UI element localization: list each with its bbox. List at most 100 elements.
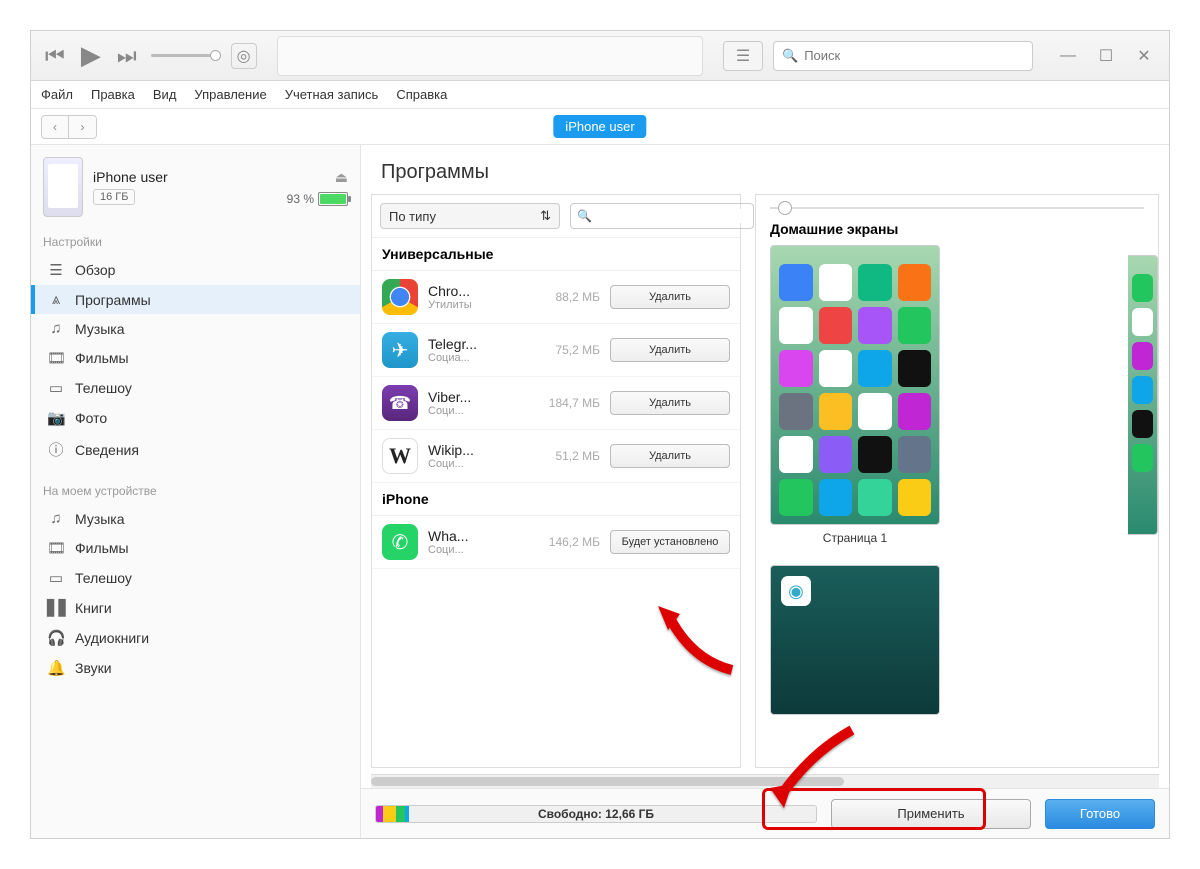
menu-edit[interactable]: Правка (91, 87, 135, 102)
nav-back-button[interactable]: ‹ (41, 115, 69, 139)
app-group-universal: Универсальные (372, 238, 740, 271)
app-size: 75,2 МБ (544, 343, 600, 357)
app-category: Утилиты (428, 299, 534, 311)
home-screen-preview (770, 245, 940, 525)
app-size: 51,2 МБ (544, 449, 600, 463)
bell-icon: 🔔 (47, 659, 65, 677)
apps-search-field[interactable]: 🔍 (570, 203, 754, 229)
zoom-slider[interactable] (770, 205, 1144, 211)
airplay-icon[interactable]: ◎ (231, 43, 257, 69)
app-row[interactable]: Chro...Утилиты 88,2 МБ Удалить (372, 271, 740, 324)
movies-icon: 🎞 (47, 539, 65, 557)
app-row[interactable]: WWikip...Соци...51,2 МБУдалить (372, 430, 740, 483)
info-icon: ⓘ (47, 439, 65, 460)
window-titlebar: ⏮ ▶ ⏭ ◎ ☰ 🔍 — ☐ ✕ (31, 31, 1169, 81)
next-button[interactable]: ⏭ (113, 43, 141, 69)
menu-help[interactable]: Справка (396, 87, 447, 102)
sidebar-item-movies[interactable]: 🎞Фильмы (31, 343, 360, 373)
app-icon: ◉ (781, 576, 811, 606)
sidebar-item-summary[interactable]: ☰Обзор (31, 255, 360, 285)
window-controls: — ☐ ✕ (1053, 46, 1159, 66)
device-name: iPhone user (93, 169, 277, 185)
app-icon: ✈ (382, 332, 418, 368)
sort-dropdown[interactable]: По типу⇅ (380, 203, 560, 229)
sidebar-item-photos[interactable]: 📷Фото (31, 403, 360, 433)
home-screen-page-2[interactable]: ◉ (770, 565, 940, 715)
sidebar-item-ondevice-movies[interactable]: 🎞Фильмы (31, 533, 360, 563)
home-screen-partial (1128, 255, 1158, 535)
playback-controls: ⏮ ▶ ⏭ (41, 40, 141, 71)
menu-file[interactable]: Файл (41, 87, 73, 102)
volume-slider[interactable] (151, 54, 221, 57)
sidebar-item-music[interactable]: ♫Музыка (31, 314, 360, 343)
sidebar-item-apps[interactable]: ⩓Программы (31, 285, 360, 314)
music-icon: ♫ (47, 320, 65, 337)
app-row[interactable]: ✆Wha...Соци...146,2 МББудет установлено (372, 516, 740, 569)
done-button[interactable]: Готово (1045, 799, 1155, 829)
app-action-button[interactable]: Удалить (610, 444, 730, 468)
device-tab[interactable]: iPhone user (553, 115, 646, 138)
app-row[interactable]: ✈ Telegr...Социа... 75,2 МБ Удалить (372, 324, 740, 377)
battery-status: 93 % (287, 192, 348, 206)
app-action-button[interactable]: Будет установлено (610, 530, 730, 554)
sidebar-item-ondevice-tones[interactable]: 🔔Звуки (31, 653, 360, 683)
storage-bar: Свободно: 12,66 ГБ (375, 805, 817, 823)
menubar: Файл Правка Вид Управление Учетная запис… (31, 81, 1169, 109)
search-input[interactable] (804, 48, 1024, 63)
chevron-updown-icon: ⇅ (540, 208, 551, 224)
minimize-button[interactable]: — (1053, 46, 1083, 66)
sidebar-item-ondevice-music[interactable]: ♫Музыка (31, 504, 360, 533)
app-size: 88,2 МБ (544, 290, 600, 304)
app-category: Соци... (428, 458, 534, 470)
app-action-button[interactable]: Удалить (610, 391, 730, 415)
now-playing-panel (277, 36, 703, 76)
nav-row: ‹ › iPhone user (31, 109, 1169, 145)
horizontal-scrollbar[interactable] (371, 774, 1159, 788)
app-row[interactable]: ☎Viber...Соци...184,7 МБУдалить (372, 377, 740, 430)
nav-forward-button[interactable]: › (69, 115, 97, 139)
app-action-button[interactable]: Удалить (610, 285, 730, 309)
device-header: iPhone user 16 ГБ ⏏ 93 % (31, 157, 360, 217)
summary-icon: ☰ (47, 261, 65, 279)
home-screen-page[interactable]: Страница 1 ◉ (770, 245, 940, 715)
app-name: Wikip... (428, 442, 534, 458)
sidebar-item-tvshows[interactable]: ▭Телешоу (31, 373, 360, 403)
books-icon: ▋▋ (47, 599, 65, 617)
page-label: Страница 1 (823, 531, 887, 545)
sidebar-item-ondevice-audiobooks[interactable]: 🎧Аудиокниги (31, 623, 360, 653)
home-screens-title: Домашние экраны (770, 221, 1144, 237)
app-icon (382, 279, 418, 315)
close-button[interactable]: ✕ (1129, 46, 1159, 66)
sidebar-item-info[interactable]: ⓘСведения (31, 433, 360, 466)
app-name: Wha... (428, 528, 534, 544)
movies-icon: 🎞 (47, 349, 65, 367)
app-name: Chro... (428, 283, 534, 299)
menu-view[interactable]: Вид (153, 87, 177, 102)
app-category: Социа... (428, 352, 534, 364)
app-category: Соци... (428, 405, 534, 417)
apps-icon: ⩓ (47, 291, 65, 308)
list-view-button[interactable]: ☰ (723, 41, 763, 71)
app-size: 184,7 МБ (544, 396, 600, 410)
audiobooks-icon: 🎧 (47, 629, 65, 647)
app-category: Соци... (428, 544, 534, 556)
apps-search-input[interactable] (592, 209, 747, 223)
app-name: Telegr... (428, 336, 534, 352)
sidebar-section-settings: Настройки (31, 235, 360, 255)
sidebar-item-ondevice-tvshows[interactable]: ▭Телешоу (31, 563, 360, 593)
device-thumbnail-icon (43, 157, 83, 217)
menu-account[interactable]: Учетная запись (285, 87, 379, 102)
sidebar-item-ondevice-books[interactable]: ▋▋Книги (31, 593, 360, 623)
maximize-button[interactable]: ☐ (1091, 46, 1121, 66)
battery-icon (318, 192, 348, 206)
prev-button[interactable]: ⏮ (41, 43, 69, 69)
apply-button[interactable]: Применить (831, 799, 1031, 829)
app-icon: ☎ (382, 385, 418, 421)
play-button[interactable]: ▶ (77, 40, 105, 71)
app-icon: ✆ (382, 524, 418, 560)
menu-controls[interactable]: Управление (194, 87, 266, 102)
search-field[interactable]: 🔍 (773, 41, 1033, 71)
app-action-button[interactable]: Удалить (610, 338, 730, 362)
sidebar: iPhone user 16 ГБ ⏏ 93 % Настройки ☰Обзо… (31, 145, 361, 838)
eject-icon[interactable]: ⏏ (335, 169, 348, 186)
